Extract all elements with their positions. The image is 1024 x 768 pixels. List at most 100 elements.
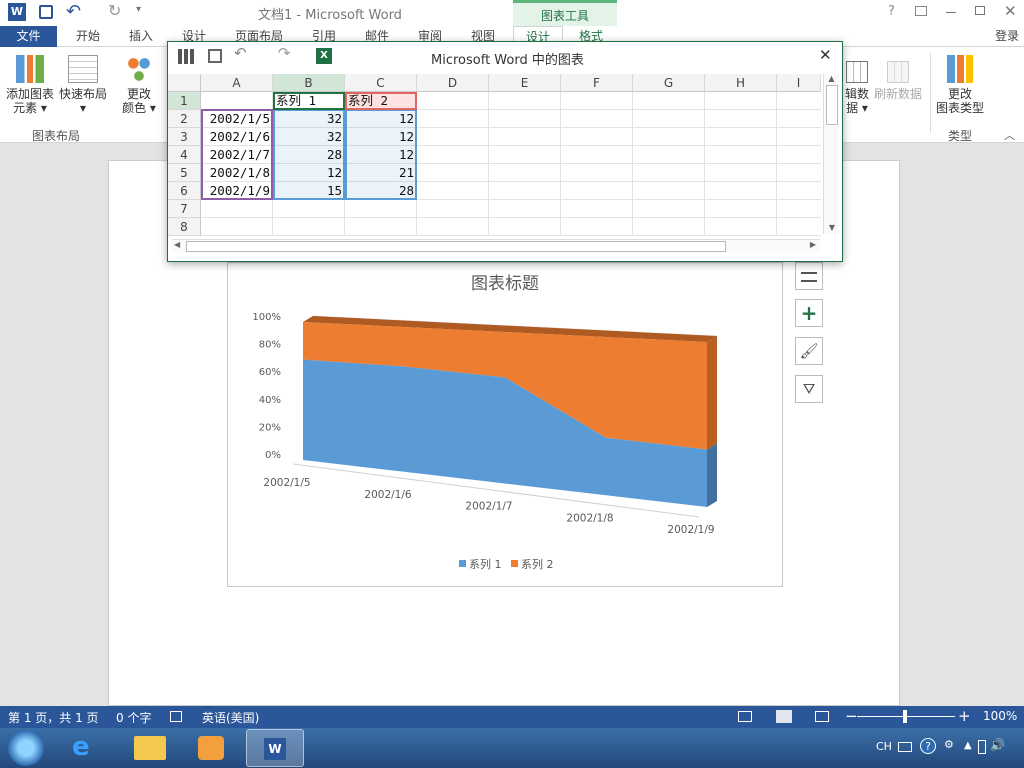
- scroll-left-icon[interactable]: ◀: [174, 240, 180, 249]
- row-header[interactable]: 3: [168, 128, 201, 146]
- sheet-save-icon[interactable]: [208, 49, 222, 63]
- scroll-down-icon[interactable]: ▼: [824, 223, 840, 232]
- scroll-right-icon[interactable]: ▶: [810, 240, 816, 249]
- sheet-undo-icon[interactable]: ↶: [234, 44, 247, 62]
- edit-data-button[interactable]: 辑数 据 ▾: [842, 61, 872, 115]
- column-header[interactable]: A: [201, 74, 273, 92]
- sheet-cell[interactable]: 2002/1/5: [201, 110, 273, 128]
- login-link[interactable]: 登录: [990, 26, 1024, 47]
- zoom-out-icon[interactable]: −: [845, 707, 858, 725]
- chart-title[interactable]: 图表标题: [471, 274, 539, 294]
- sheet-chart-icon[interactable]: [178, 49, 194, 64]
- tray-settings-icon[interactable]: ⚙: [944, 738, 954, 751]
- collapse-ribbon-icon[interactable]: ︿: [1004, 127, 1015, 143]
- column-header[interactable]: E: [489, 74, 561, 92]
- help-tray-icon[interactable]: ?: [920, 738, 936, 754]
- sheet-cell[interactable]: [201, 92, 273, 110]
- row-header[interactable]: 6: [168, 182, 201, 200]
- minimize-icon[interactable]: [946, 12, 956, 13]
- customize-qat-icon[interactable]: ▾: [136, 4, 141, 15]
- ribbon-display-icon[interactable]: [915, 6, 927, 16]
- language[interactable]: 英语(美国): [202, 709, 259, 726]
- row-header[interactable]: 4: [168, 146, 201, 164]
- column-header[interactable]: G: [633, 74, 705, 92]
- select-all-corner[interactable]: [168, 74, 201, 92]
- sheet-cell[interactable]: 28: [273, 146, 345, 164]
- row-header[interactable]: 7: [168, 200, 201, 218]
- horizontal-scrollbar[interactable]: ◀ ▶: [172, 239, 820, 253]
- chart-data-window[interactable]: ↶ ↷ X Microsoft Word 中的图表 ✕ ABCDEFGHI 12…: [167, 41, 843, 262]
- sheet-cell[interactable]: 2002/1/7: [201, 146, 273, 164]
- close-sheet-icon[interactable]: ✕: [819, 46, 832, 64]
- scroll-up-icon[interactable]: ▲: [824, 74, 839, 83]
- web-layout-icon[interactable]: [815, 711, 829, 722]
- edit-in-excel-icon[interactable]: X: [316, 48, 332, 64]
- sheet-cell[interactable]: 系列 2: [345, 92, 417, 110]
- chart-filters-button[interactable]: ⛛: [795, 375, 823, 403]
- column-header[interactable]: H: [705, 74, 777, 92]
- legend[interactable]: 系列 1 系列 2: [459, 557, 554, 571]
- sheet-cell[interactable]: 2002/1/9: [201, 182, 273, 200]
- show-hidden-icons[interactable]: ▲: [964, 740, 972, 751]
- word-logo-icon[interactable]: W: [8, 3, 26, 21]
- internet-explorer-icon[interactable]: e: [72, 732, 90, 762]
- sheet-cell[interactable]: 21: [345, 164, 417, 182]
- media-player-icon[interactable]: [198, 736, 224, 760]
- column-header[interactable]: B: [273, 74, 345, 92]
- start-button-icon[interactable]: [8, 730, 44, 766]
- legend-entry[interactable]: 系列 2: [521, 557, 554, 571]
- network-icon[interactable]: [978, 740, 986, 754]
- add-chart-element-button[interactable]: 添加图表 元素 ▾: [4, 55, 56, 115]
- sheet-cell[interactable]: 系列 1: [273, 92, 345, 110]
- layout-options-button[interactable]: [795, 262, 823, 290]
- quick-layout-button[interactable]: 快速布局 ▾: [58, 55, 108, 115]
- close-window-icon[interactable]: ✕: [1004, 2, 1017, 20]
- row-header[interactable]: 1: [168, 92, 201, 110]
- volume-icon[interactable]: 🔊: [990, 738, 1005, 752]
- vertical-scroll-thumb[interactable]: [825, 85, 838, 125]
- keyboard-icon[interactable]: [898, 742, 912, 752]
- restore-icon[interactable]: [975, 6, 985, 15]
- read-mode-icon[interactable]: [738, 711, 752, 722]
- tab-insert[interactable]: 插入: [116, 26, 166, 47]
- chart-styles-button[interactable]: 🖌: [795, 337, 823, 365]
- page-count[interactable]: 第 1 页，共 1 页: [8, 709, 99, 726]
- series1-side-face[interactable]: [707, 443, 717, 507]
- column-header[interactable]: I: [777, 74, 821, 92]
- sheet-cell[interactable]: 32: [273, 128, 345, 146]
- redo-icon[interactable]: ↻: [108, 1, 121, 20]
- sheet-cell[interactable]: 15: [273, 182, 345, 200]
- change-chart-type-button[interactable]: 更改 图表类型: [932, 55, 988, 115]
- row-header[interactable]: 8: [168, 218, 201, 236]
- sheet-cell[interactable]: 12: [345, 146, 417, 164]
- column-header[interactable]: F: [561, 74, 633, 92]
- sheet-cell[interactable]: 2002/1/8: [201, 164, 273, 182]
- file-explorer-icon[interactable]: [134, 736, 166, 760]
- chart-elements-button[interactable]: +: [795, 299, 823, 327]
- sheet-cell[interactable]: 28: [345, 182, 417, 200]
- word-count[interactable]: 0 个字: [116, 709, 151, 726]
- change-colors-button[interactable]: 更改 颜色 ▾: [118, 55, 160, 115]
- chart-svg[interactable]: 图表标题 0% 20% 40% 60% 80% 100% 2002/1/5 2002/1/6 2…: [227, 262, 783, 587]
- tab-file[interactable]: 文件: [0, 26, 57, 47]
- column-header[interactable]: D: [417, 74, 489, 92]
- save-icon[interactable]: [39, 5, 53, 19]
- sheet-redo-icon[interactable]: ↷: [278, 44, 291, 62]
- row-header[interactable]: 2: [168, 110, 201, 128]
- undo-icon[interactable]: ↶: [66, 1, 81, 22]
- help-icon[interactable]: ?: [888, 4, 895, 19]
- ime-indicator[interactable]: CH: [876, 740, 892, 753]
- legend-entry[interactable]: 系列 1: [469, 557, 502, 571]
- tab-home[interactable]: 开始: [62, 26, 114, 47]
- zoom-level[interactable]: 100%: [983, 709, 1017, 723]
- refresh-data-button[interactable]: 刷新数据: [872, 61, 924, 101]
- zoom-slider-thumb[interactable]: [903, 710, 907, 723]
- sheet-cell[interactable]: 12: [345, 128, 417, 146]
- sheet-cell[interactable]: 12: [273, 164, 345, 182]
- row-header[interactable]: 5: [168, 164, 201, 182]
- column-header[interactable]: C: [345, 74, 417, 92]
- sheet-cell[interactable]: 2002/1/6: [201, 128, 273, 146]
- proofing-icon[interactable]: [170, 711, 182, 722]
- sheet-cell[interactable]: 12: [345, 110, 417, 128]
- print-layout-icon[interactable]: [776, 710, 792, 723]
